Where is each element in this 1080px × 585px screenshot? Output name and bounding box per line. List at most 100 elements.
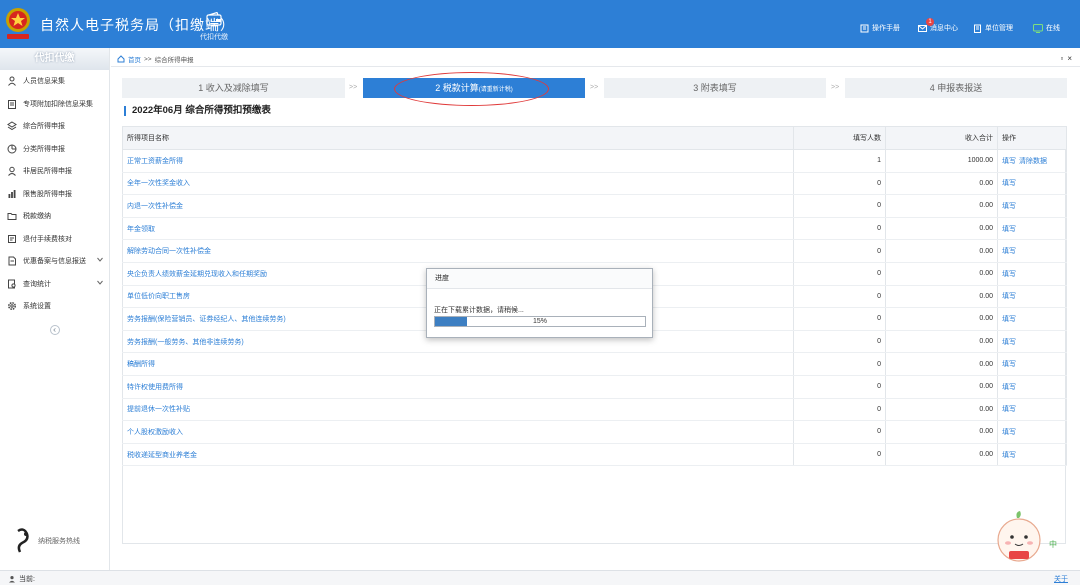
online-icon [1033, 23, 1043, 33]
nav-tile-withholding[interactable]: 代扣代缴 [196, 11, 232, 42]
row-actions: 填写 [997, 217, 1067, 241]
step-submit-report[interactable]: 4 申报表报送 [845, 78, 1067, 98]
highlight-annotation-ring [394, 72, 549, 106]
dialog-title: 进度 [427, 269, 652, 289]
message-center-button[interactable]: 1 消息中心 [918, 17, 958, 33]
user-status-icon [9, 576, 15, 583]
fill-link[interactable]: 填写 [1002, 158, 1016, 165]
step-attachment[interactable]: 3 附表填写 [604, 78, 826, 98]
progress-percent: 15% [532, 318, 547, 325]
sidebar-item-tax-payment[interactable]: 税款缴纳 [0, 205, 109, 228]
fill-link[interactable]: 填写 [1002, 361, 1016, 368]
filled-count: 0 [793, 330, 886, 354]
breadcrumb-home-link[interactable]: 首页 [128, 54, 141, 64]
col-header-income: 收入合计 [885, 126, 998, 150]
message-icon [918, 24, 927, 32]
sidebar-item-preferential-filing[interactable]: 优惠备案与信息报送 [0, 250, 109, 273]
fill-link[interactable]: 填写 [1002, 316, 1016, 323]
sidebar-item-system-settings[interactable]: 系统设置 [0, 295, 109, 318]
headset-logo-icon [17, 528, 29, 553]
fill-link[interactable]: 填写 [1002, 293, 1016, 300]
status-current-label: 当前: [19, 576, 35, 583]
sidebar-item-person-info[interactable]: 人员信息采集 [0, 70, 109, 93]
hotline-label: 纳税服务热线 [38, 538, 80, 545]
income-item-name[interactable]: 全年一次性奖金收入 [122, 172, 794, 196]
mascot-assistant-icon[interactable] [995, 510, 1043, 566]
income-item-name[interactable]: 稿酬所得 [122, 352, 794, 376]
tab-close-icon[interactable]: × [1067, 54, 1072, 63]
fill-link[interactable]: 填写 [1002, 180, 1016, 187]
sidebar-item-label: 专项附加扣除信息采集 [23, 100, 93, 108]
table-row: 提前退休一次性补贴 0 0.00 填写 [122, 398, 1067, 422]
gear-icon [8, 302, 16, 311]
unit-management-label: 单位管理 [985, 25, 1013, 32]
form-title: 2022年06月 综合所得预扣预缴表 [124, 106, 271, 116]
clipboard-icon [8, 99, 16, 109]
sidebar-item-label: 查询统计 [23, 280, 51, 288]
income-item-name[interactable]: 年金领取 [122, 217, 794, 241]
tab-restore-icon[interactable]: ▫ [1060, 54, 1063, 63]
income-total: 1000.00 [885, 149, 998, 173]
sidebar-item-label: 人员信息采集 [23, 78, 65, 86]
income-item-name[interactable]: 内退一次性补偿金 [122, 194, 794, 218]
sidebar-item-label: 分类所得申报 [23, 145, 65, 153]
sidebar-item-label: 系统设置 [23, 303, 51, 311]
home-icon [117, 55, 125, 63]
status-left: 当前: [8, 574, 35, 584]
income-item-name[interactable]: 税收递延型商业养老金 [122, 443, 794, 467]
income-item-name[interactable]: 特许权使用费所得 [122, 375, 794, 399]
sidebar-item-refund-fee-check[interactable]: 退付手续费核对 [0, 228, 109, 251]
income-item-name[interactable]: 解除劳动合同一次性补偿金 [122, 239, 794, 263]
sidebar-item-comprehensive-income[interactable]: 综合所得申报 [0, 115, 109, 138]
sidebar-item-restricted-shares[interactable]: 限售股所得申报 [0, 183, 109, 206]
fill-link[interactable]: 填写 [1002, 248, 1016, 255]
language-toggle[interactable]: 中 [1049, 539, 1057, 550]
income-total: 0.00 [885, 217, 998, 241]
sidebar-item-label: 综合所得申报 [23, 123, 65, 131]
sidebar-item-special-deduction[interactable]: 专项附加扣除信息采集 [0, 93, 109, 116]
filled-count: 0 [793, 375, 886, 399]
col-header-item-name: 所得项目名称 [122, 126, 794, 150]
manual-button[interactable]: 操作手册 [860, 23, 900, 33]
fill-link[interactable]: 填写 [1002, 203, 1016, 210]
clear-data-link[interactable]: 清除数据 [1019, 158, 1047, 165]
bar-chart-icon [8, 189, 16, 198]
about-link[interactable]: 关于 [1054, 574, 1068, 584]
step-income-deduction[interactable]: 1 收入及减除填写 [122, 78, 345, 98]
pie-icon [7, 144, 17, 154]
table-row: 正常工资薪金所得 1 1000.00 填写 清除数据 [122, 149, 1067, 173]
income-total: 0.00 [885, 330, 998, 354]
income-total: 0.00 [885, 172, 998, 196]
filled-count: 0 [793, 239, 886, 263]
fill-link[interactable]: 填写 [1002, 406, 1016, 413]
status-bar: 当前: 关于 [0, 570, 1080, 585]
sidebar-item-query-statistics[interactable]: 查询统计 [0, 273, 109, 296]
row-actions: 填写 [997, 307, 1067, 331]
row-actions: 填写 [997, 330, 1067, 354]
fill-link[interactable]: 填写 [1002, 339, 1016, 346]
sidebar-item-nonresident-income[interactable]: 非居民所得申报 [0, 160, 109, 183]
progress-dialog: 进度 正在下载累计数据，请稍候... 15% [426, 268, 653, 338]
user-outline-icon [8, 167, 16, 177]
fill-link[interactable]: 填写 [1002, 452, 1016, 459]
fill-link[interactable]: 填写 [1002, 429, 1016, 436]
table-header-row: 所得项目名称 填写人数 收入合计 操作 [122, 126, 1067, 150]
sidebar-collapse-button[interactable] [50, 325, 60, 335]
online-status-button[interactable]: 在线 [1033, 23, 1060, 33]
manual-label: 操作手册 [872, 25, 900, 32]
sidebar-item-classified-income[interactable]: 分类所得申报 [0, 138, 109, 161]
fill-link[interactable]: 填写 [1002, 271, 1016, 278]
message-center-label: 消息中心 [930, 25, 958, 32]
app-header: 自然人电子税务局（扣缴端） 代扣代缴 操作手册 1 消息中心 单位管理 在线 [0, 0, 1080, 48]
income-item-name[interactable]: 提前退休一次性补贴 [122, 398, 794, 422]
table-row: 年金领取 0 0.00 填写 [122, 217, 1067, 241]
income-item-name[interactable]: 正常工资薪金所得 [122, 149, 794, 173]
fill-link[interactable]: 填写 [1002, 226, 1016, 233]
online-status-label: 在线 [1046, 25, 1060, 32]
dialog-message: 正在下载累计数据，请稍候... [434, 307, 524, 314]
income-total: 0.00 [885, 375, 998, 399]
unit-management-button[interactable]: 单位管理 [973, 23, 1013, 33]
income-item-name[interactable]: 个人股权激励收入 [122, 420, 794, 444]
tab-controls: ▫ × [1060, 54, 1072, 63]
fill-link[interactable]: 填写 [1002, 384, 1016, 391]
